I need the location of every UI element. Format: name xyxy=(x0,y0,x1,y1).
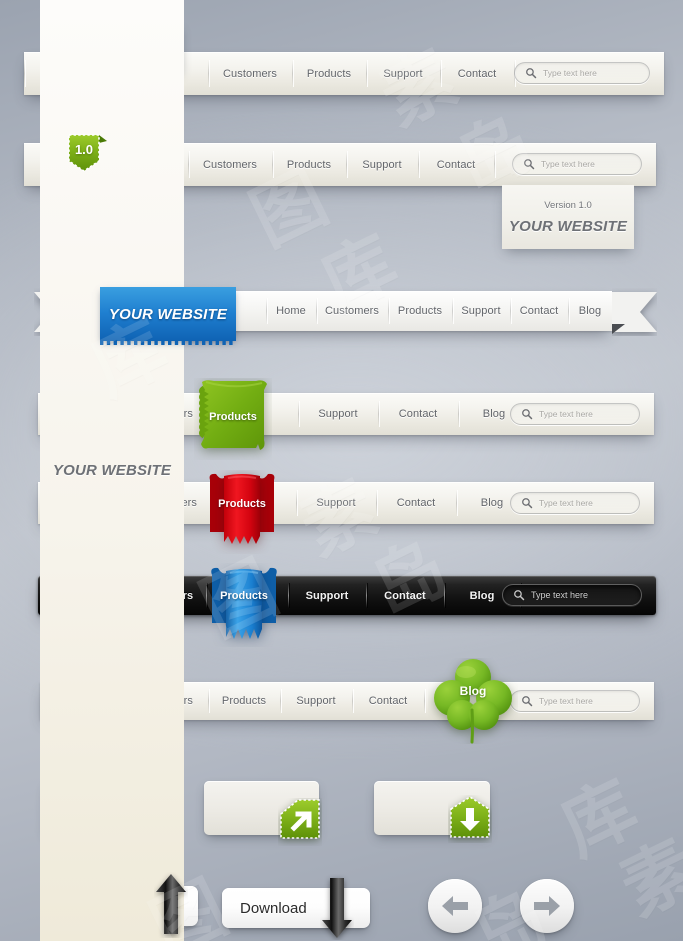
watermark-glyph: 素 xyxy=(608,824,683,932)
nav-item-label: Support xyxy=(383,67,423,80)
search-icon xyxy=(522,696,533,707)
nav-item-contact[interactable]: Contact xyxy=(378,393,458,435)
nav-item-contact[interactable]: Contact xyxy=(510,291,568,331)
nav-item-label: Contact xyxy=(457,67,497,80)
nav-item-support[interactable]: Support xyxy=(452,291,510,331)
nav-item-blog[interactable]: Blog xyxy=(568,291,612,331)
arrow-down-icon xyxy=(320,874,354,940)
active-tag-green[interactable]: Products xyxy=(194,378,272,460)
watermark-glyph: 岛 xyxy=(351,510,462,636)
nav-item-label: Customers xyxy=(324,305,380,317)
nav-item-label: Support xyxy=(461,305,501,317)
nav-item-label: Products xyxy=(221,695,267,707)
nav-item-label: Contact xyxy=(398,408,438,420)
search-placeholder: Type text here xyxy=(543,68,597,78)
nav-item-products[interactable]: Products xyxy=(272,143,346,186)
flag-fringe xyxy=(100,340,233,345)
active-tag-label: Products xyxy=(209,411,257,423)
brand-label: YOUR WEBSITE xyxy=(508,217,628,235)
arrow-up-icon xyxy=(154,872,188,938)
nav-item-label: Support xyxy=(305,589,349,602)
version-dropdown-panel[interactable]: Version 1.0 YOUR WEBSITE xyxy=(502,185,634,249)
nav-item-label: Blog xyxy=(578,305,602,317)
ribbon-tail-right xyxy=(612,288,657,336)
nav-item-label: Contact xyxy=(436,158,476,171)
clover-label: Blog xyxy=(459,684,487,698)
version-badge[interactable]: 1.0 xyxy=(66,133,110,179)
nav-item-label: Contact xyxy=(368,695,408,707)
navbar-brand-cell[interactable]: YOUR WEBSITE xyxy=(40,0,184,941)
arrow-down-icon[interactable] xyxy=(448,795,492,843)
search-box[interactable]: Type text here xyxy=(510,403,640,425)
nav-item-customers[interactable]: Customers xyxy=(208,52,292,95)
nav-item-label: Contact xyxy=(519,305,559,317)
active-tag-red[interactable]: Products xyxy=(206,470,278,554)
nav-item-support[interactable]: Support xyxy=(298,393,378,435)
nav-item-label: Customers xyxy=(202,158,258,171)
nav-item-contact[interactable]: Contact xyxy=(418,143,494,186)
nav-item-label: Products xyxy=(286,158,332,171)
nav-item-label: Support xyxy=(362,158,402,171)
search-placeholder: Type text here xyxy=(539,498,593,508)
search-box[interactable]: Type text here xyxy=(510,492,640,514)
watermark-glyph: 库 xyxy=(548,764,650,872)
active-tag-label: Products xyxy=(218,498,266,510)
nav-item-customers[interactable]: Customers xyxy=(188,143,272,186)
nav-item-contact[interactable]: Contact xyxy=(366,576,444,615)
nav-item-label: Blog xyxy=(469,589,495,602)
nav-item-label: Support xyxy=(316,497,356,509)
nav-item-label: Home xyxy=(276,305,306,317)
nav-item-support[interactable]: Support xyxy=(296,482,376,524)
nav-item-label: Blog xyxy=(480,497,504,509)
nav-item-label: Products xyxy=(306,67,352,80)
brand-label: YOUR WEBSITE xyxy=(52,462,172,479)
download-label: Download xyxy=(240,899,307,917)
search-box[interactable]: Type text here xyxy=(510,690,640,712)
active-tag-blue[interactable]: Products xyxy=(206,563,282,647)
brand-label: YOUR WEBSITE xyxy=(108,305,228,323)
search-placeholder: Type text here xyxy=(539,696,593,706)
search-box[interactable]: Type text here xyxy=(512,153,642,175)
version-label: Version 1.0 xyxy=(544,199,592,211)
search-icon xyxy=(524,159,535,170)
nav-item-support[interactable]: Support xyxy=(346,143,418,186)
nav-item-label: Contact xyxy=(384,589,426,602)
nav-item-contact[interactable]: Contact xyxy=(440,52,514,95)
search-icon xyxy=(526,68,537,79)
search-icon xyxy=(522,409,533,420)
forward-button[interactable] xyxy=(520,879,574,933)
nav-item-contact[interactable]: Contact xyxy=(352,682,424,720)
search-placeholder: Type text here xyxy=(531,590,589,600)
search-box[interactable]: Type text here xyxy=(502,584,642,606)
nav-item-customers[interactable]: Customers xyxy=(316,291,388,331)
nav-item-label: Customers xyxy=(222,67,278,80)
search-icon xyxy=(514,590,525,601)
nav-item-home[interactable]: Home xyxy=(266,291,316,331)
brand-ribbon-flag[interactable]: YOUR WEBSITE xyxy=(100,287,236,345)
nav-item-contact[interactable]: Contact xyxy=(376,482,456,524)
nav-item-support[interactable]: Support xyxy=(288,576,366,615)
search-box[interactable]: Type text here xyxy=(514,62,650,84)
arrow-left-icon xyxy=(442,896,468,916)
nav-item-products[interactable]: Products xyxy=(292,52,366,95)
nav-item-products[interactable]: Products xyxy=(208,682,280,720)
nav-item-support[interactable]: Support xyxy=(280,682,352,720)
back-button[interactable] xyxy=(428,879,482,933)
nav-item-support[interactable]: Support xyxy=(366,52,440,95)
arrow-right-icon xyxy=(534,896,560,916)
clover-blog-badge[interactable]: Blog xyxy=(428,658,518,744)
badge-label: 1.0 xyxy=(75,142,93,157)
active-tag-label: Products xyxy=(220,590,268,602)
nav-item-label: Support xyxy=(318,408,358,420)
search-icon xyxy=(522,498,533,509)
nav-item-label: Products xyxy=(397,305,443,317)
nav-item-label: Contact xyxy=(396,497,436,509)
search-placeholder: Type text here xyxy=(539,409,593,419)
arrow-up-right-icon[interactable] xyxy=(278,798,322,846)
nav-item-products[interactable]: Products xyxy=(388,291,452,331)
nav-item-label: Support xyxy=(296,695,336,707)
search-placeholder: Type text here xyxy=(541,159,595,169)
nav-item-label: Blog xyxy=(482,408,506,420)
